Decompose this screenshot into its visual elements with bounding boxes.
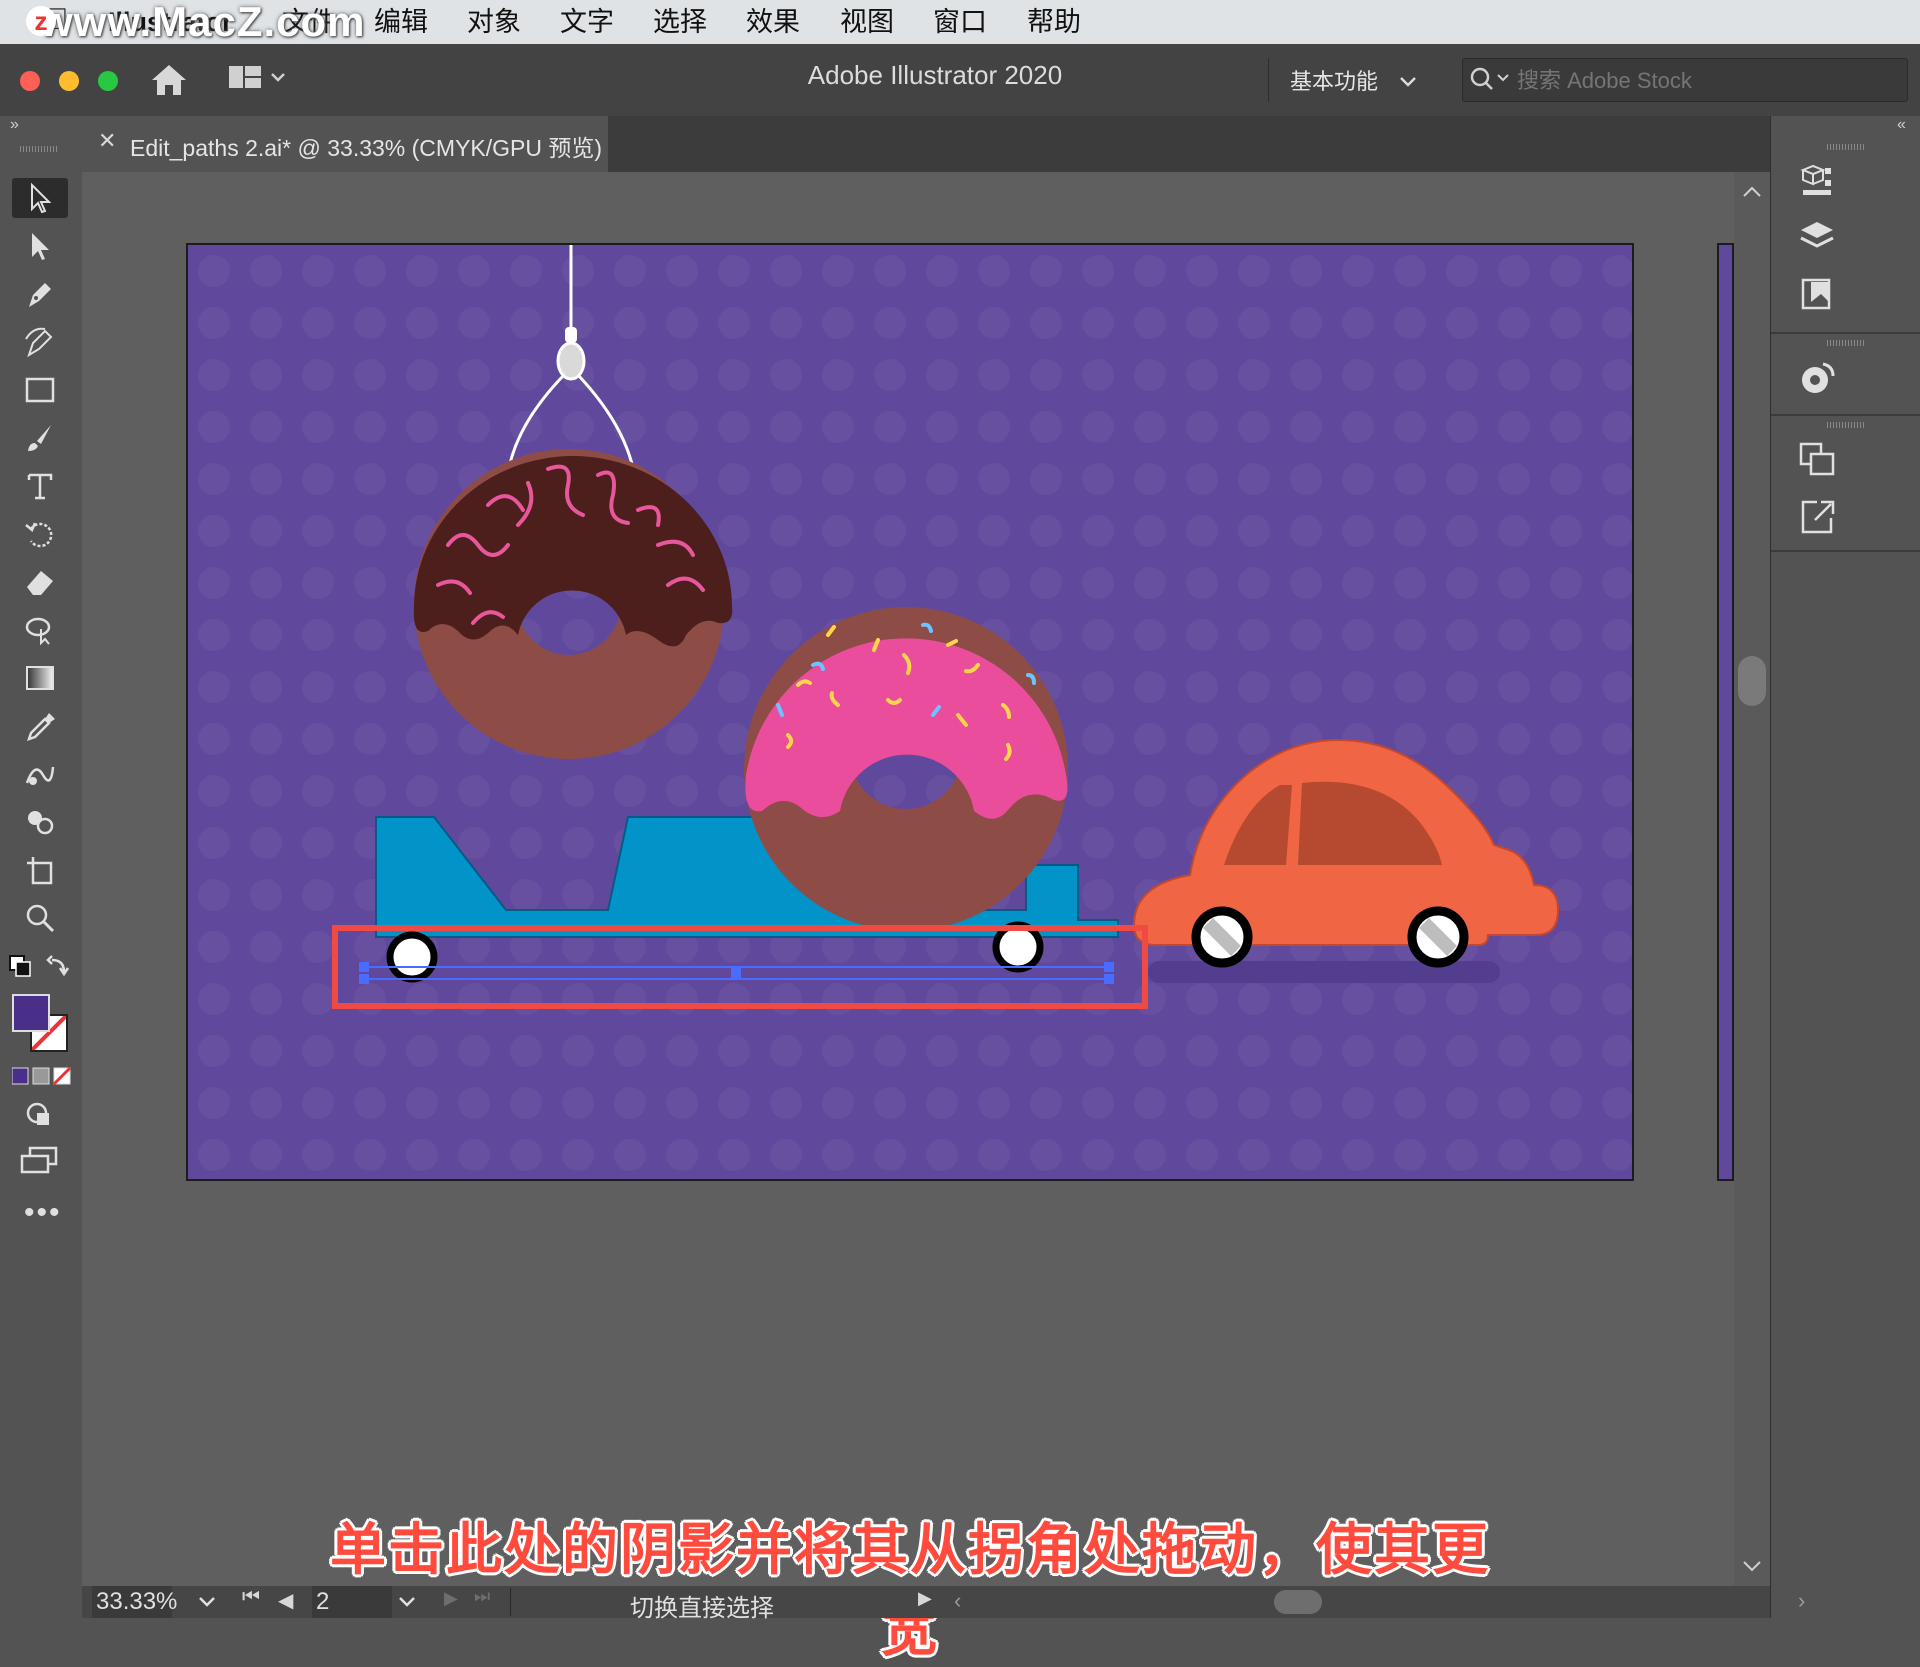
tools-panel: » ••• — [0, 116, 83, 1618]
mac-menubar:  Illustrator 文件 编辑 对象 文字 选择 效果 视图 窗口 帮助… — [0, 0, 1920, 45]
collapse-dock-icon[interactable]: « — [1897, 116, 1906, 134]
type-tool-icon[interactable] — [12, 466, 68, 506]
close-tab-icon[interactable]: ✕ — [98, 128, 116, 154]
document-tab[interactable]: ✕ Edit_paths 2.ai* @ 33.33% (CMYK/GPU 预览… — [82, 116, 608, 172]
selection-tool-icon[interactable] — [12, 178, 68, 218]
adjacent-artboard-edge — [1719, 245, 1732, 1179]
document-tab-bar: ✕ Edit_paths 2.ai* @ 33.33% (CMYK/GPU 预览… — [82, 116, 1770, 172]
screen-mode-icon[interactable] — [20, 1146, 60, 1181]
stock-search[interactable] — [1462, 58, 1908, 103]
shape-builder-tool-icon[interactable] — [12, 802, 68, 842]
curvature-tool-icon[interactable] — [12, 322, 68, 362]
scroll-left-icon[interactable]: ‹ — [954, 1588, 961, 1614]
libraries-icon[interactable] — [1795, 160, 1839, 204]
search-icon — [1470, 67, 1509, 90]
artboard-number-value: 2 — [316, 1588, 330, 1615]
workspace-label: 基本功能 — [1290, 69, 1379, 94]
rotate-tool-icon[interactable] — [12, 514, 68, 554]
zoom-tool-icon[interactable] — [12, 898, 68, 938]
panel-grip[interactable] — [1827, 422, 1865, 428]
separator — [1268, 58, 1269, 102]
panel-grip[interactable] — [1827, 340, 1865, 346]
status-bar: 33.33% ⏮ ◀ 2 ▶ ⏭ 切换直接选择 ▶ ‹ › — [82, 1586, 1805, 1622]
collapse-panel-icon[interactable]: » — [10, 116, 19, 134]
menu-window[interactable]: 窗口 — [933, 4, 987, 40]
panel-divider — [1771, 550, 1920, 552]
document-tab-label: Edit_paths 2.ai* @ 33.33% (CMYK/GPU 预览) — [130, 135, 603, 161]
menu-object[interactable]: 对象 — [467, 4, 521, 40]
paintbrush-tool-icon[interactable] — [12, 418, 68, 458]
scroll-down-icon[interactable] — [1734, 1552, 1770, 1582]
drawing-mode-icon[interactable] — [24, 1100, 54, 1135]
vertical-scrollbar[interactable] — [1734, 172, 1770, 1586]
eyedropper-tool-icon[interactable] — [12, 706, 68, 746]
fill-color-swatch[interactable] — [12, 994, 50, 1032]
scroll-thumb[interactable] — [1738, 656, 1766, 706]
artboard-tool-icon[interactable] — [12, 850, 68, 890]
color-mode-icons[interactable] — [11, 1066, 72, 1091]
app-title: Adobe Illustrator 2020 — [807, 60, 1063, 90]
swap-fill-stroke-icon[interactable] — [8, 954, 72, 989]
layers-icon[interactable] — [1795, 216, 1839, 260]
workspace-switcher[interactable]: 基本功能 — [1290, 64, 1418, 96]
artboard[interactable] — [188, 245, 1632, 1179]
blend-tool-icon[interactable] — [12, 754, 68, 794]
horizontal-scroll-thumb[interactable] — [1274, 1590, 1322, 1614]
status-menu-icon[interactable]: ▶ — [918, 1588, 932, 1609]
pen-tool-icon[interactable] — [12, 274, 68, 314]
menu-view[interactable]: 视图 — [840, 4, 894, 40]
watermark: www.MacZ.com — [40, 0, 366, 45]
panel-grip[interactable] — [20, 146, 58, 152]
artboard-dropdown-icon[interactable] — [394, 1586, 420, 1618]
right-panel-dock: « — [1770, 116, 1920, 1618]
gradient-tool-icon[interactable] — [12, 658, 68, 698]
color-guide-icon[interactable] — [1795, 356, 1839, 400]
menu-select[interactable]: 选择 — [653, 4, 707, 40]
panel-divider — [1771, 332, 1920, 334]
status-divider — [510, 1588, 511, 1616]
zoom-level-value: 33.33% — [96, 1588, 178, 1615]
scroll-up-icon[interactable] — [1734, 178, 1770, 208]
artboards-icon[interactable] — [1795, 438, 1839, 482]
rectangle-tool-icon[interactable] — [12, 370, 68, 410]
menu-edit[interactable]: 编辑 — [374, 4, 428, 40]
menu-effect[interactable]: 效果 — [746, 4, 800, 40]
horizontal-scrollbar[interactable]: ‹ › — [944, 1586, 1824, 1618]
menu-type[interactable]: 文字 — [560, 4, 614, 40]
artwork — [188, 245, 1632, 1179]
next-artboard-icon[interactable]: ▶ — [444, 1588, 458, 1609]
last-artboard-icon[interactable]: ⏭ — [474, 1586, 490, 1607]
puppet-warp-tool-icon[interactable] — [12, 610, 68, 650]
panel-grip[interactable] — [1827, 144, 1865, 150]
watermark-logo-icon: z — [26, 6, 56, 36]
application-bar: Adobe Illustrator 2020 基本功能 — [0, 44, 1920, 117]
eraser-tool-icon[interactable] — [12, 562, 68, 602]
tutorial-highlight-box — [332, 925, 1148, 1009]
chevron-down-icon — [1400, 77, 1417, 87]
direct-selection-tool-icon[interactable] — [12, 226, 68, 266]
close-window-button[interactable] — [20, 71, 40, 91]
panel-divider — [1771, 414, 1920, 416]
scroll-right-icon[interactable]: › — [1798, 1588, 1805, 1614]
search-input[interactable] — [1515, 59, 1899, 103]
zoom-dropdown-icon[interactable] — [194, 1586, 220, 1618]
artboard-number-field[interactable]: 2 — [312, 1586, 392, 1618]
minimize-window-button[interactable] — [59, 71, 79, 91]
arrange-documents-icon[interactable] — [228, 64, 288, 99]
more-tools-icon[interactable]: ••• — [24, 1196, 62, 1230]
properties-icon[interactable] — [1795, 272, 1839, 316]
zoom-level-field[interactable]: 33.33% — [92, 1586, 177, 1618]
first-artboard-icon[interactable]: ⏮ — [242, 1586, 260, 1609]
previous-artboard-icon[interactable]: ◀ — [278, 1588, 293, 1613]
zoom-window-button[interactable] — [98, 71, 118, 91]
export-icon[interactable] — [1795, 494, 1839, 538]
home-icon[interactable] — [150, 62, 188, 103]
menu-help[interactable]: 帮助 — [1027, 4, 1081, 40]
